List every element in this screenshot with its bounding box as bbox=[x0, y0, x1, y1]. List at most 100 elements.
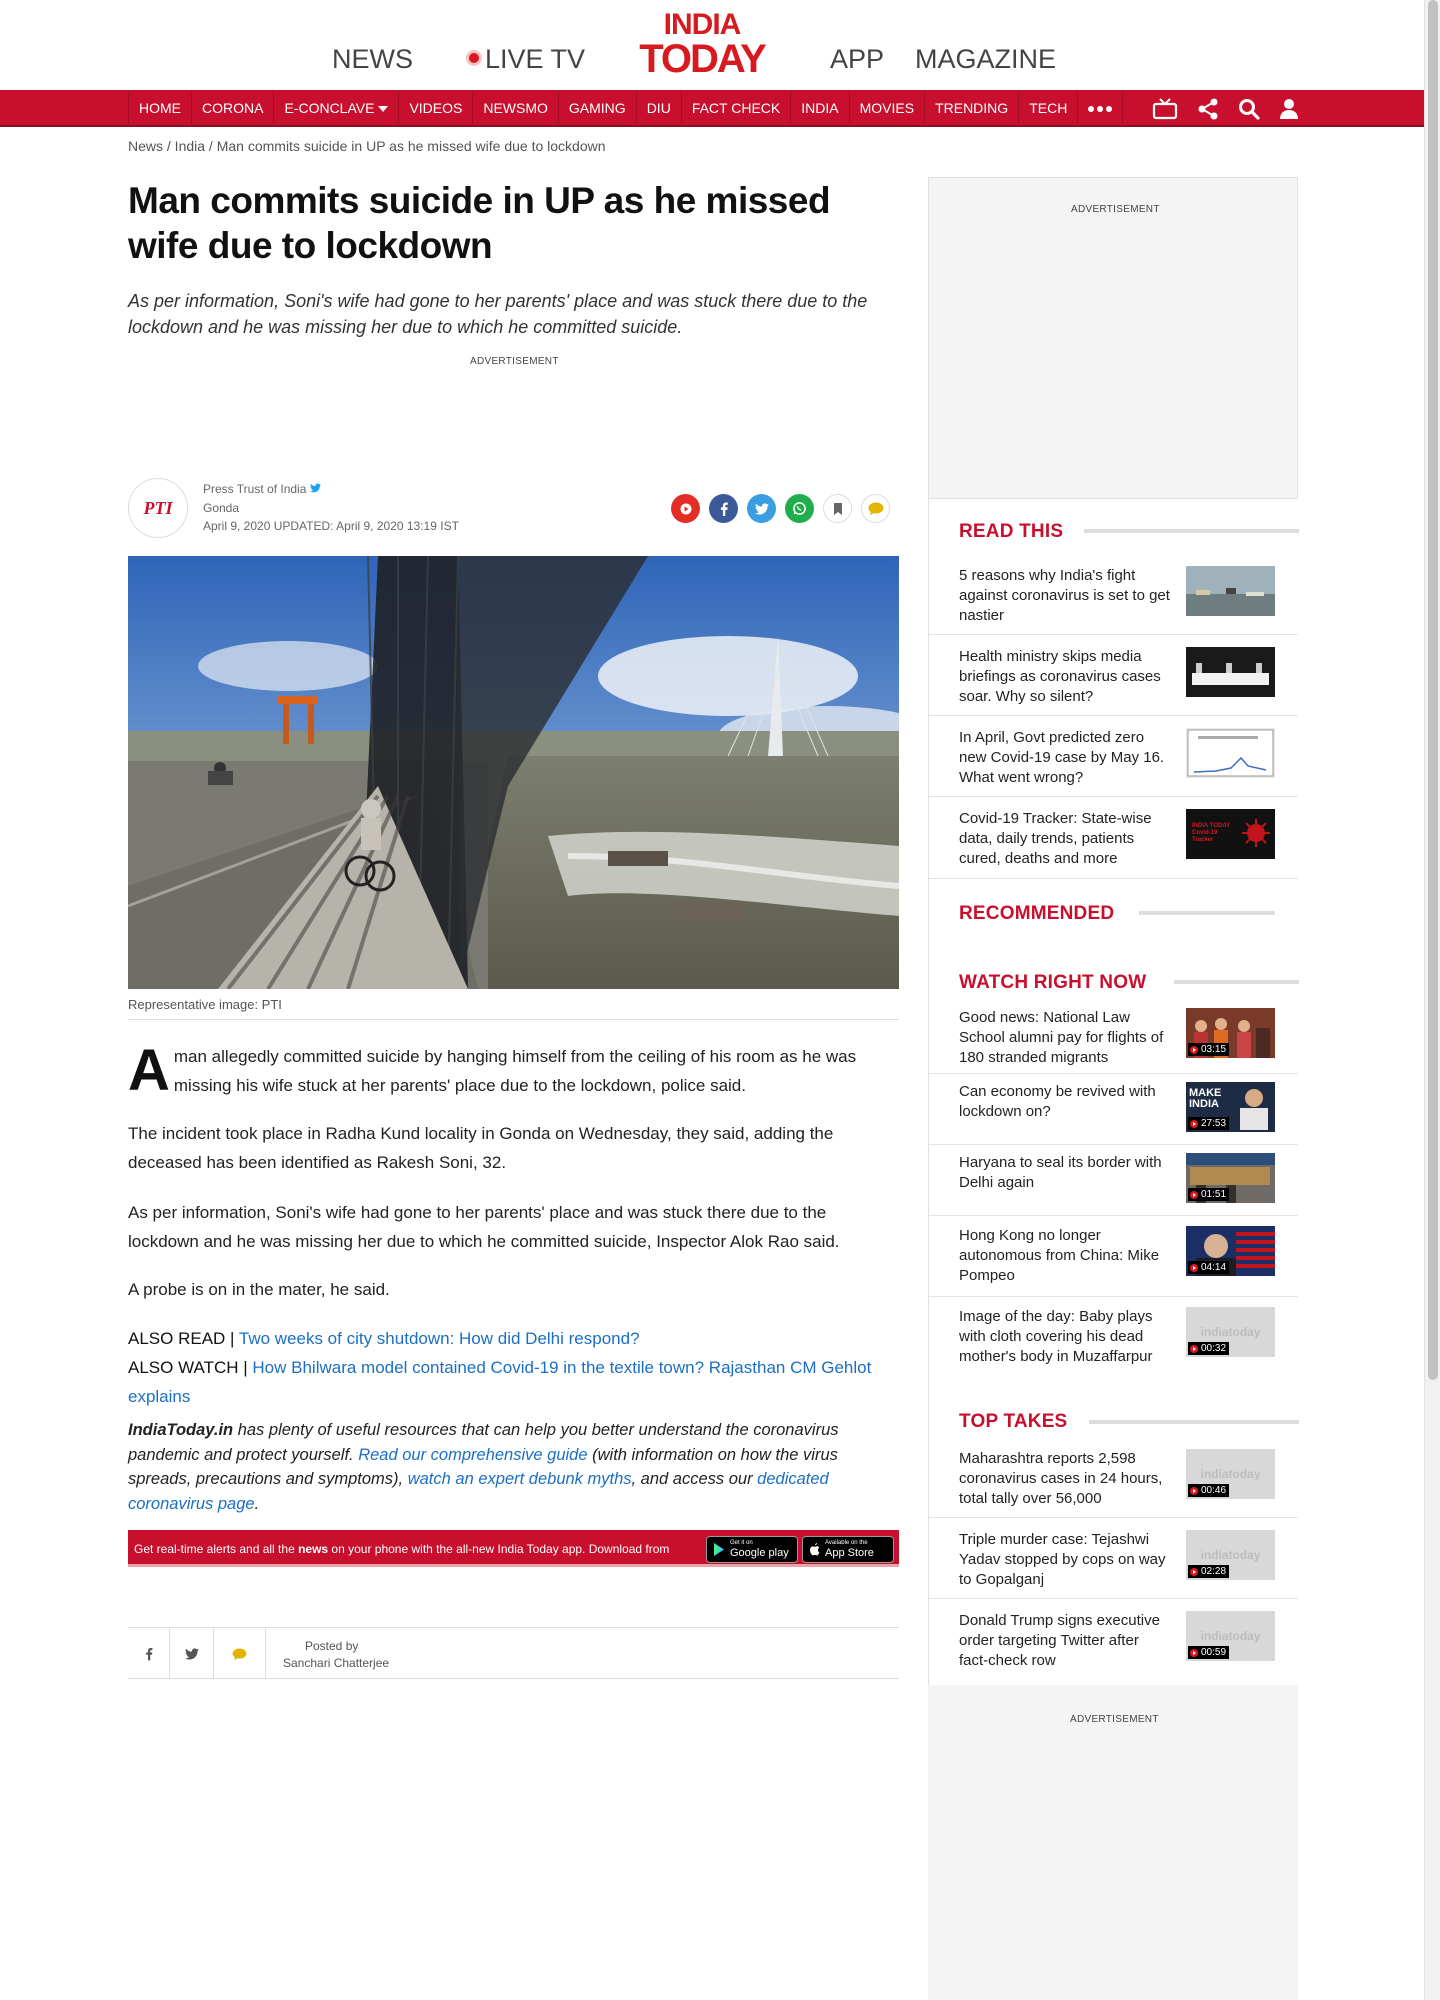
nav-trending[interactable]: TRENDING bbox=[925, 90, 1020, 127]
also-read-link[interactable]: Two weeks of city shutdown: How did Delh… bbox=[239, 1329, 640, 1348]
debunk-myths-link[interactable]: watch an expert debunk myths bbox=[408, 1470, 632, 1488]
author-name[interactable]: Press Trust of India bbox=[203, 482, 321, 496]
app-download-bar: Get real-time alerts and all the news on… bbox=[128, 1530, 899, 1567]
play-icon bbox=[1190, 1567, 1198, 1576]
video-item[interactable]: Good news: National Law School alumni pa… bbox=[929, 1002, 1298, 1074]
watch-right-now-section: WATCH RIGHT NOW Good news: National Law … bbox=[928, 950, 1299, 1385]
nav-india[interactable]: INDIA bbox=[791, 90, 850, 127]
video-title: Donald Trump signs executive order targe… bbox=[959, 1612, 1160, 1669]
scrollbar-thumb[interactable] bbox=[1428, 0, 1438, 1380]
twitter-share-icon[interactable] bbox=[747, 494, 776, 523]
video-item[interactable]: Image of the day: Baby plays with cloth … bbox=[929, 1297, 1298, 1385]
breadcrumb[interactable]: News / India / Man commits suicide in UP… bbox=[128, 138, 606, 154]
youtube-icon[interactable] bbox=[671, 494, 700, 523]
logo-line-1: INDIA bbox=[663, 8, 742, 41]
article-dateline: April 9, 2020 UPDATED: April 9, 2020 13:… bbox=[203, 519, 459, 533]
whatsapp-icon[interactable] bbox=[785, 494, 814, 523]
read-this-item[interactable]: 5 reasons why India's fight against coro… bbox=[929, 554, 1298, 635]
more-menu-button[interactable] bbox=[1078, 90, 1124, 127]
author-location: Gonda bbox=[203, 501, 240, 515]
top-link-news[interactable]: NEWS bbox=[332, 44, 413, 75]
google-play-button[interactable]: Get it on Google play bbox=[706, 1536, 798, 1563]
nav-corona[interactable]: CORONA bbox=[192, 90, 275, 127]
user-icon[interactable] bbox=[1279, 98, 1299, 120]
app-store-button[interactable]: Available on the App Store bbox=[802, 1536, 894, 1563]
paragraph-1: Aman allegedly committed suicide by hang… bbox=[128, 1042, 899, 1100]
app-bar-text-2: on your phone with the all-new India Tod… bbox=[328, 1542, 670, 1556]
video-item[interactable]: Triple murder case: Tejashwi Yadav stopp… bbox=[929, 1518, 1298, 1599]
video-thumbnail: MAKE INDIA 27:53 bbox=[1186, 1082, 1275, 1132]
paragraph-4: A probe is on in the mater, he said. bbox=[128, 1280, 390, 1299]
posted-by-label: Posted by bbox=[305, 1639, 359, 1653]
video-title: Hong Kong no longer autonomous from Chin… bbox=[959, 1227, 1160, 1284]
nav-newsmo[interactable]: NEWSMO bbox=[473, 90, 559, 127]
footer-comment-icon[interactable] bbox=[214, 1628, 266, 1679]
video-duration-badge: 00:46 bbox=[1188, 1484, 1230, 1497]
read-this-item[interactable]: In April, Govt predicted zero new Covid-… bbox=[929, 716, 1298, 797]
play-icon bbox=[1190, 1045, 1198, 1054]
footer-twitter-icon[interactable] bbox=[170, 1628, 214, 1679]
video-title: Maharashtra reports 2,598 coronavirus ca… bbox=[959, 1450, 1163, 1507]
paragraph-1-text: man allegedly committed suicide by hangi… bbox=[173, 1047, 857, 1095]
top-link-magazine[interactable]: MAGAZINE bbox=[915, 44, 1056, 75]
video-item[interactable]: Hong Kong no longer autonomous from Chin… bbox=[929, 1216, 1298, 1297]
bookmark-icon[interactable] bbox=[823, 494, 852, 523]
comment-icon[interactable] bbox=[861, 494, 890, 523]
author-name-text: Press Trust of India bbox=[203, 482, 307, 496]
top-link-live-tv[interactable]: LIVE TV bbox=[469, 44, 585, 75]
page-scrollbar[interactable] bbox=[1424, 0, 1440, 2000]
video-title: Can economy be revived with lockdown on? bbox=[959, 1083, 1156, 1120]
app-bar-text: Get real-time alerts and all the news on… bbox=[134, 1542, 669, 1556]
share-icon[interactable] bbox=[1197, 98, 1219, 120]
main-nav: HOME CORONA E-CONCLAVE VIDEOS NEWSMO GAM… bbox=[0, 90, 1424, 127]
more-dots-icon bbox=[1088, 90, 1113, 127]
ad-label: ADVERTISEMENT bbox=[470, 356, 559, 367]
logo-line-2: TODAY bbox=[639, 37, 767, 81]
read-this-title: Health ministry skips media briefings as… bbox=[959, 648, 1161, 705]
india-today-logo[interactable]: INDIA TODAY bbox=[628, 8, 776, 81]
comprehensive-guide-link[interactable]: Read our comprehensive guide bbox=[358, 1446, 587, 1464]
video-title: Triple murder case: Tejashwi Yadav stopp… bbox=[959, 1531, 1166, 1588]
read-this-thumbnail bbox=[1186, 728, 1275, 778]
paragraph-3: As per information, Soni's wife had gone… bbox=[128, 1203, 840, 1251]
video-thumbnail: 03:15 bbox=[1186, 1008, 1275, 1058]
nav-tech[interactable]: TECH bbox=[1019, 90, 1079, 127]
read-this-title: 5 reasons why India's fight against coro… bbox=[959, 567, 1170, 624]
tv-icon[interactable] bbox=[1152, 97, 1178, 120]
top-link-app[interactable]: APP bbox=[830, 44, 884, 75]
play-icon bbox=[1190, 1119, 1198, 1128]
tracker-thumb-text: INDIA TODAY Covid-19 Tracker bbox=[1192, 823, 1231, 843]
pti-logo-text: PTI bbox=[143, 497, 173, 518]
video-item[interactable]: Haryana to seal its border with Delhi ag… bbox=[929, 1145, 1298, 1216]
video-item[interactable]: Can economy be revived with lockdown on?… bbox=[929, 1074, 1298, 1145]
nav-fact-check[interactable]: FACT CHECK bbox=[682, 90, 792, 127]
twitter-icon bbox=[309, 483, 321, 493]
posted-by-name: Sanchari Chatterjee bbox=[283, 1656, 390, 1670]
play-icon bbox=[1190, 1263, 1198, 1272]
video-duration-badge: 04:14 bbox=[1188, 1261, 1230, 1274]
facebook-icon[interactable] bbox=[709, 494, 738, 523]
nav-movies[interactable]: MOVIES bbox=[850, 90, 926, 127]
video-duration: 00:59 bbox=[1201, 1647, 1227, 1658]
nav-gaming[interactable]: GAMING bbox=[559, 90, 637, 127]
footer-facebook-icon[interactable] bbox=[128, 1628, 170, 1679]
nav-videos[interactable]: VIDEOS bbox=[399, 90, 474, 127]
read-this-item[interactable]: Covid-19 Tracker: State-wise data, daily… bbox=[929, 797, 1298, 878]
video-item[interactable]: Donald Trump signs executive order targe… bbox=[929, 1599, 1298, 1685]
top-takes-section: TOP TAKES Maharashtra reports 2,598 coro… bbox=[928, 1385, 1299, 1685]
video-thumbnail: indiatoday 00:59 bbox=[1186, 1611, 1275, 1661]
nav-home[interactable]: HOME bbox=[128, 90, 192, 127]
hero-image bbox=[128, 556, 899, 989]
play-icon bbox=[1190, 1190, 1198, 1199]
nav-diu[interactable]: DIU bbox=[637, 90, 682, 127]
app-bar-text-1: Get real-time alerts and all the bbox=[134, 1542, 299, 1556]
nav-e-conclave[interactable]: E-CONCLAVE bbox=[274, 90, 400, 127]
read-this-item[interactable]: Health ministry skips media briefings as… bbox=[929, 635, 1298, 716]
google-play-small: Get it on bbox=[730, 1540, 753, 1546]
read-this-section: READ THIS 5 reasons why India's fight ag… bbox=[928, 499, 1299, 878]
apple-icon bbox=[810, 1543, 820, 1556]
video-item[interactable]: Maharashtra reports 2,598 coronavirus ca… bbox=[929, 1437, 1298, 1518]
search-icon[interactable] bbox=[1238, 98, 1260, 120]
video-thumbnail: indiatoday 00:32 bbox=[1186, 1307, 1275, 1357]
author-block: PTI Press Trust of India Gonda April 9, … bbox=[128, 478, 908, 540]
